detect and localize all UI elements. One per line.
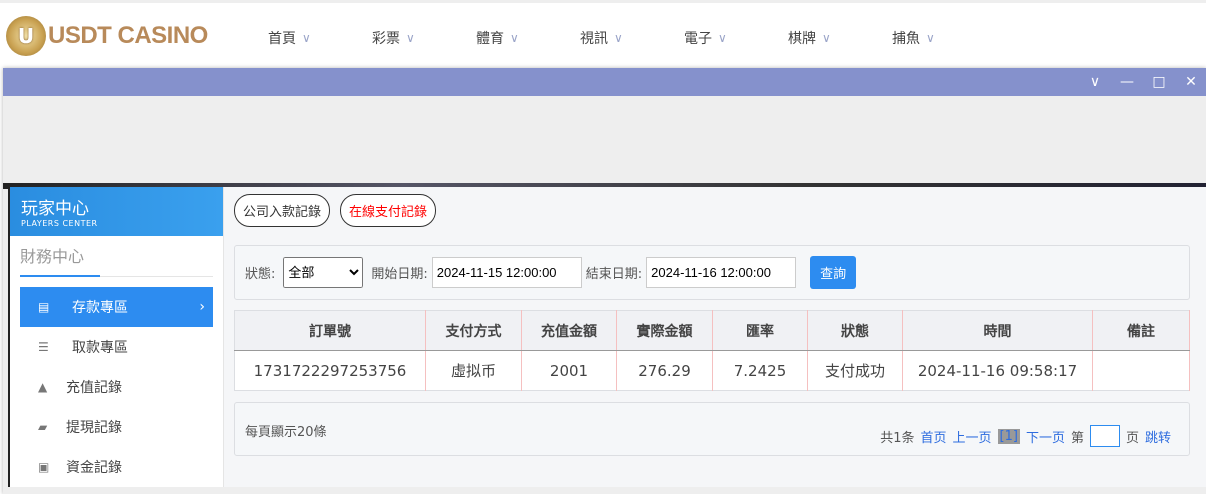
records-table: 訂單號 支付方式 充值金額 實際金額 匯率 狀態 時間 備註 173172229… (234, 310, 1190, 391)
nav-label: 電子 (684, 31, 712, 47)
start-date-label: 開始日期: (371, 267, 428, 282)
logo[interactable]: U USDT CASINO (6, 16, 208, 56)
item-label: 充值記錄 (66, 380, 122, 396)
players-center: 玩家中心 PLAYERS CENTER 財務中心 ▤ 存款專區 › ☰ 取款專區 ▲ 充… (8, 187, 1206, 487)
nav-fishing[interactable]: 捕魚 ∨ (892, 28, 996, 48)
sidebar: 玩家中心 PLAYERS CENTER 財務中心 ▤ 存款專區 › ☰ 取款專區 ▲ 充… (10, 187, 224, 487)
tab-company-deposit[interactable]: 公司入款記錄 (234, 194, 331, 227)
per-page-text: 每頁顯示20條 (245, 425, 327, 440)
nav-label: 體育 (476, 31, 504, 47)
status-label: 狀態: (245, 267, 276, 282)
nav-lottery[interactable]: 彩票 ∨ (372, 28, 476, 48)
goto-suffix: 页 (1125, 430, 1139, 446)
filter-bar: 狀態: 全部 開始日期: 結束日期: 查詢 (234, 245, 1190, 300)
cash-hand-icon: ☰ (38, 340, 49, 354)
top-border (0, 0, 1206, 3)
status-select[interactable]: 全部 (283, 257, 364, 288)
section-label: 財務中心 (20, 247, 85, 266)
nav-home[interactable]: 首頁 ∨ (268, 28, 372, 48)
chevron-down-icon: ∨ (614, 31, 623, 45)
table-header-row: 訂單號 支付方式 充值金額 實際金額 匯率 狀態 時間 備註 (234, 310, 1190, 351)
header-amount: 充值金額 (521, 310, 617, 351)
sidebar-title: 玩家中心 (21, 199, 89, 219)
nav-slots[interactable]: 電子 ∨ (684, 28, 788, 48)
main-nav: 首頁 ∨ 彩票 ∨ 體育 ∨ 視訊 ∨ 電子 ∨ 棋牌 ∨ 捕魚 ∨ (268, 28, 996, 48)
chevron-down-icon: ∨ (822, 31, 831, 45)
end-date-input[interactable] (646, 257, 797, 288)
header-payment-method: 支付方式 (425, 310, 522, 351)
table-row: 1731722297253756 虛拟币 2001 276.29 7.2425 … (234, 350, 1190, 391)
cell-time: 2024-11-16 09:58:17 (902, 350, 1093, 391)
cell-note (1092, 350, 1190, 391)
pagination: 每頁顯示20條 共1条 首页 上一页 [1] 下一页 第 页 跳转 (234, 402, 1190, 456)
header-order-no: 訂單號 (234, 310, 426, 351)
sidebar-item-deposit[interactable]: ▤ 存款專區 › (20, 287, 213, 327)
chevron-down-icon: ∨ (926, 31, 935, 45)
chevron-down-icon: ∨ (718, 31, 727, 45)
logo-coin-icon: U (6, 16, 46, 56)
collapse-icon[interactable]: ∨ (1086, 74, 1104, 90)
main-content: 公司入款記錄 在線支付記錄 狀態: 全部 開始日期: 結束日期: 查詢 訂單號 … (234, 187, 1206, 487)
nav-label: 捕魚 (892, 31, 920, 47)
cell-payment-method: 虛拟币 (425, 350, 522, 391)
logo-text: USDT CASINO (48, 22, 208, 49)
item-label: 提現記錄 (66, 420, 122, 436)
nav-label: 彩票 (372, 31, 400, 47)
end-date-label: 結束日期: (585, 267, 643, 282)
prev-page-link[interactable]: 上一页 (953, 427, 992, 446)
nav-label: 首頁 (268, 31, 296, 47)
nav-live[interactable]: 視訊 ∨ (580, 28, 684, 48)
item-label: 資金記錄 (66, 460, 122, 476)
window-titlebar[interactable]: ∨ — □ ✕ (3, 68, 1206, 96)
wallet-icon: ▰ (38, 420, 48, 434)
modal-window: ∨ — □ ✕ 玩家中心 PLAYERS CENTER 財務中心 ▤ 存款專區 › … (3, 68, 1206, 494)
sidebar-item-recharge-records[interactable]: ▲ 充值記錄 (20, 367, 213, 407)
cell-actual-amount: 276.29 (616, 350, 713, 391)
cash-icon: ▣ (38, 460, 50, 474)
maximize-icon[interactable]: □ (1150, 74, 1168, 90)
card-icon: ▤ (38, 300, 50, 314)
cell-order-no: 1731722297253756 (234, 350, 426, 391)
record-tabs: 公司入款記錄 在線支付記錄 (234, 187, 1206, 227)
nav-label: 棋牌 (788, 31, 816, 47)
sidebar-header: 玩家中心 PLAYERS CENTER (10, 187, 223, 236)
total-count: 共1条 (880, 430, 915, 446)
nav-sports[interactable]: 體育 ∨ (476, 28, 580, 48)
money-bag-icon: ▲ (38, 380, 48, 394)
next-page-link[interactable]: 下一页 (1026, 427, 1065, 446)
close-icon[interactable]: ✕ (1182, 74, 1200, 90)
start-date-input[interactable] (431, 257, 582, 288)
goto-prefix: 第 (1070, 430, 1084, 446)
tab-online-payment[interactable]: 在線支付記錄 (340, 194, 437, 227)
header-actual-amount: 實際金額 (616, 310, 713, 351)
current-page[interactable]: [1] (997, 428, 1020, 444)
chevron-down-icon: ∨ (406, 31, 415, 45)
goto-page-input[interactable] (1089, 425, 1120, 447)
nav-cards[interactable]: 棋牌 ∨ (788, 28, 892, 48)
chevron-down-icon: ∨ (302, 31, 311, 45)
chevron-right-icon: › (199, 299, 205, 315)
cell-amount: 2001 (521, 350, 617, 391)
sidebar-item-withdraw[interactable]: ☰ 取款專區 (20, 327, 213, 367)
jump-button[interactable]: 跳转 (1145, 427, 1171, 446)
section-title: 財務中心 (20, 244, 213, 277)
first-page-link[interactable]: 首页 (920, 427, 946, 446)
query-button[interactable]: 查詢 (810, 256, 857, 289)
sidebar-item-fund-records[interactable]: ▣ 資金記錄 (20, 447, 213, 487)
cell-status: 支付成功 (807, 350, 903, 391)
sidebar-item-withdraw-records[interactable]: ▰ 提現記錄 (20, 407, 213, 447)
sidebar-subtitle: PLAYERS CENTER (21, 219, 98, 228)
header-status: 狀態 (807, 310, 903, 351)
chevron-down-icon: ∨ (510, 31, 519, 45)
header-note: 備註 (1092, 310, 1190, 351)
header-rate: 匯率 (712, 310, 808, 351)
cell-rate: 7.2425 (712, 350, 808, 391)
item-label: 取款專區 (72, 340, 128, 356)
nav-label: 視訊 (580, 31, 608, 47)
item-label: 存款專區 (72, 300, 128, 316)
header-time: 時間 (902, 310, 1093, 351)
minimize-icon[interactable]: — (1118, 74, 1136, 90)
sidebar-menu: ▤ 存款專區 › ☰ 取款專區 ▲ 充值記錄 ▰ 提現記錄 ▣ 資金記錄 (20, 287, 213, 487)
